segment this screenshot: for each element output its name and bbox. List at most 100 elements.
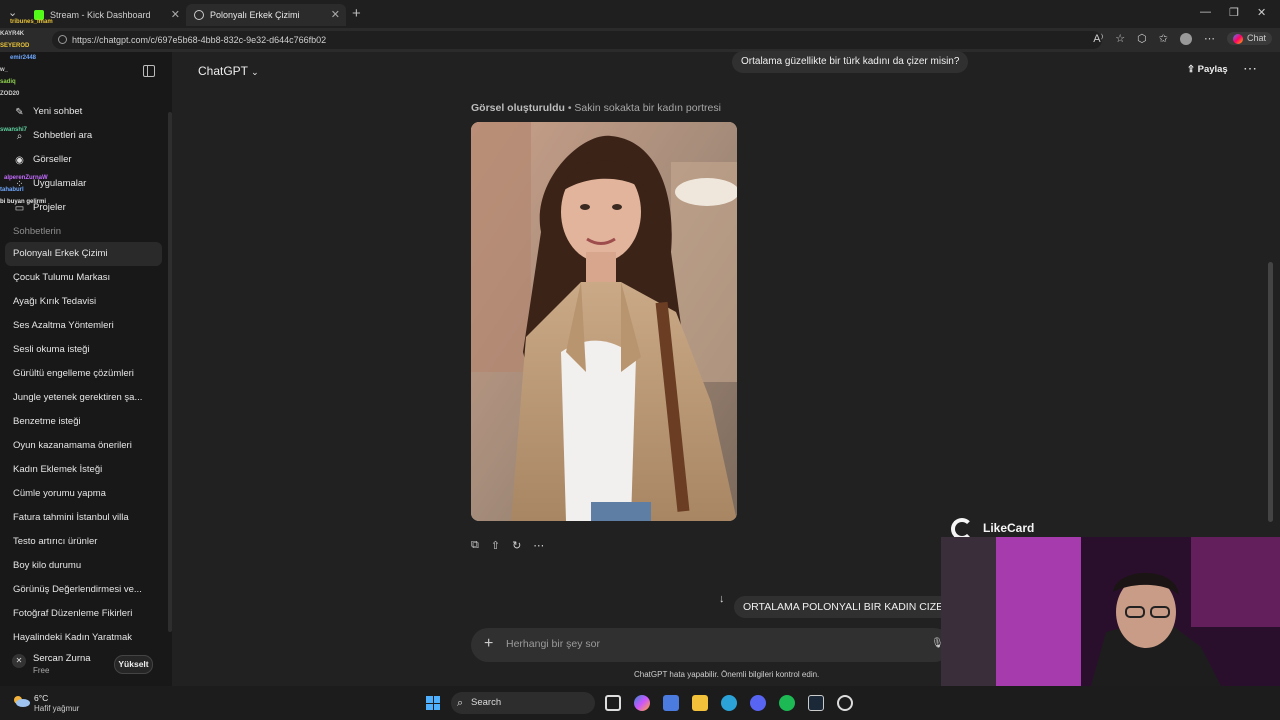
- message-actions: ⧉ ⇧ ↻ ⋯: [471, 539, 544, 552]
- close-tab-icon[interactable]: ✕: [171, 8, 180, 21]
- chat-history-item[interactable]: Testo artırıcı ürünler: [5, 530, 162, 554]
- taskbar-search[interactable]: Search: [451, 692, 595, 714]
- avatar: ✕: [12, 654, 26, 668]
- attach-plus-icon[interactable]: +: [484, 635, 493, 653]
- task-view-icon[interactable]: [605, 695, 621, 711]
- copilot-icon[interactable]: [634, 695, 650, 711]
- chevron-down-icon: ⌄: [251, 67, 259, 77]
- user-message: Ortalama güzellikte bir türk kadını da ç…: [732, 51, 969, 73]
- close-tab-icon[interactable]: ✕: [331, 8, 340, 21]
- stream-chat-user: SEYEROD: [0, 43, 30, 49]
- sidebar-scrollbar[interactable]: [168, 112, 172, 632]
- more-options-icon[interactable]: ⋯: [1243, 60, 1257, 77]
- favorite-star-icon[interactable]: ☆: [1115, 32, 1125, 45]
- app-icon[interactable]: [837, 695, 853, 711]
- taskbar: 6°C Hafif yağmur Search: [0, 686, 1280, 720]
- main-scrollbar[interactable]: [1268, 262, 1273, 522]
- message-composer[interactable]: + Herhangi bir şey sor 🎙: [471, 628, 951, 662]
- chat-history-item[interactable]: Boy kilo durumu: [5, 554, 162, 578]
- chat-history-item[interactable]: Fatura tahmini İstanbul villa: [5, 506, 162, 530]
- more-icon[interactable]: ⋯: [1204, 32, 1215, 45]
- stream-chat-user: sadiq: [0, 79, 16, 85]
- image-caption-title: Görsel oluşturuldu: [471, 102, 565, 114]
- stream-chat-user: tahaburl: [0, 187, 24, 193]
- copilot-icon: [1232, 33, 1243, 44]
- browser-tab-bar: ⌄ Stream - Kick Dashboard ✕ Polonyalı Er…: [0, 0, 1280, 28]
- address-bar-row: https://chatgpt.com/c/697e5b68-4bb8-832c…: [0, 28, 1280, 52]
- extensions-icon[interactable]: ⬡: [1137, 32, 1147, 45]
- spotify-icon[interactable]: [779, 695, 795, 711]
- portrait-illustration: [471, 122, 737, 521]
- stream-chat-user: bi buyan gelirmi: [0, 199, 47, 205]
- chat-history-item[interactable]: Ayağı Kırık Tedavisi: [5, 290, 162, 314]
- start-button[interactable]: [426, 696, 440, 710]
- user-plan: Free: [33, 666, 50, 675]
- chat-history-item[interactable]: Ses Azaltma Yöntemleri: [5, 314, 162, 338]
- chat-history-item[interactable]: Benzetme isteği: [5, 410, 162, 434]
- share-button[interactable]: ⇪ Paylaş: [1187, 64, 1228, 75]
- model-name: ChatGPT: [198, 64, 248, 78]
- user-message: ORTALAMA POLONYALI BIR KADIN CIZER M: [734, 596, 950, 618]
- sidebar-toggle-icon[interactable]: [143, 65, 155, 77]
- generated-image[interactable]: [471, 122, 737, 521]
- chat-history-item[interactable]: Jungle yetenek gerektiren şa...: [5, 386, 162, 410]
- steam-icon[interactable]: [808, 695, 824, 711]
- chat-history-item[interactable]: Cümle yorumu yapma: [5, 482, 162, 506]
- weather-description: Hafif yağmur: [34, 704, 80, 713]
- chat-history-item[interactable]: Gürültü engelleme çözümleri: [5, 362, 162, 386]
- copy-icon[interactable]: ⧉: [471, 539, 479, 552]
- chat-history-item[interactable]: Kadın Eklemek İsteği: [5, 458, 162, 482]
- stream-chat-user: swanshi7: [0, 127, 28, 133]
- file-explorer-icon[interactable]: [692, 695, 708, 711]
- restore-icon[interactable]: ❐: [1229, 6, 1239, 19]
- webcam-illustration: [941, 537, 1280, 686]
- stream-chat-user: w_: [0, 67, 9, 73]
- stream-chat-user: KAYR4K: [0, 31, 25, 37]
- weather-temperature: 6°C: [34, 693, 49, 703]
- tab-title: Polonyalı Erkek Çizimi: [210, 10, 300, 20]
- browser-toolbar: A⁾ ☆ ⬡ ✩ ⋯ Chat: [1093, 32, 1272, 45]
- chatgpt-icon: [194, 10, 204, 20]
- chat-history-item[interactable]: Görünüş Değerlendirmesi ve...: [5, 578, 162, 602]
- chat-history-item[interactable]: Çocuk Tulumu Markası: [5, 266, 162, 290]
- image-caption-description: • Sakin sokakta bir kadın portresi: [564, 102, 721, 114]
- new-tab-icon[interactable]: +: [352, 5, 361, 22]
- chat-button-label: Chat: [1246, 33, 1266, 44]
- scroll-down-icon[interactable]: ↓: [719, 593, 725, 605]
- webcam-feed: [941, 537, 1280, 686]
- stream-chat-user: tribunes_Imam: [10, 19, 53, 25]
- stream-chat-user: emir2448: [10, 55, 37, 61]
- likecard-brand: LikeCard: [983, 521, 1035, 535]
- chat-history-item[interactable]: Sesli okuma isteği: [5, 338, 162, 362]
- edge-icon[interactable]: [721, 695, 737, 711]
- minimize-icon[interactable]: —: [1200, 6, 1211, 18]
- stream-chat-user: alperenZurnaW: [4, 175, 48, 181]
- chat-history-item[interactable]: Oyun kazanamama önerileri: [5, 434, 162, 458]
- image-caption: Görsel oluşturuldu • Sakin sokakta bir k…: [471, 102, 721, 114]
- more-icon[interactable]: ⋯: [533, 539, 544, 552]
- share-label: Paylaş: [1197, 64, 1228, 75]
- discord-icon[interactable]: [750, 695, 766, 711]
- regenerate-icon[interactable]: ↻: [512, 539, 521, 552]
- close-window-icon[interactable]: ✕: [1257, 6, 1266, 19]
- tab-chatgpt[interactable]: Polonyalı Erkek Çizimi ✕: [186, 4, 346, 26]
- user-account[interactable]: ✕ Sercan Zurna Free Yükselt: [0, 646, 172, 686]
- taskbar-apps: [605, 695, 853, 711]
- disclaimer: ChatGPT hata yapabilir. Önemli bilgileri…: [634, 670, 820, 679]
- profile-icon[interactable]: [1179, 32, 1192, 45]
- chats-section-title: Sohbetlerin: [13, 226, 62, 237]
- chat-history-list: Polonyalı Erkek Çizimi Çocuk Tulumu Mark…: [5, 242, 162, 650]
- copilot-chat-button[interactable]: Chat: [1226, 32, 1272, 45]
- taskbar-search-label: Search: [471, 697, 502, 708]
- chat-history-item[interactable]: Fotoğraf Düzenleme Fikirleri: [5, 602, 162, 626]
- stream-chat-overlay: tribunes_Imam KAYR4K SEYEROD emir2448 w_…: [0, 16, 140, 208]
- stream-chat-user: ZOD20: [0, 91, 20, 97]
- favorites-icon[interactable]: ✩: [1159, 32, 1168, 45]
- store-icon[interactable]: [663, 695, 679, 711]
- upgrade-button[interactable]: Yükselt: [114, 655, 153, 674]
- read-aloud-icon[interactable]: A⁾: [1093, 32, 1103, 45]
- model-selector[interactable]: ChatGPT ⌄: [198, 64, 259, 78]
- chat-history-item[interactable]: Polonyalı Erkek Çizimi: [5, 242, 162, 266]
- share-icon[interactable]: ⇧: [491, 539, 500, 552]
- url-field[interactable]: https://chatgpt.com/c/697e5b68-4bb8-832c…: [52, 31, 1102, 49]
